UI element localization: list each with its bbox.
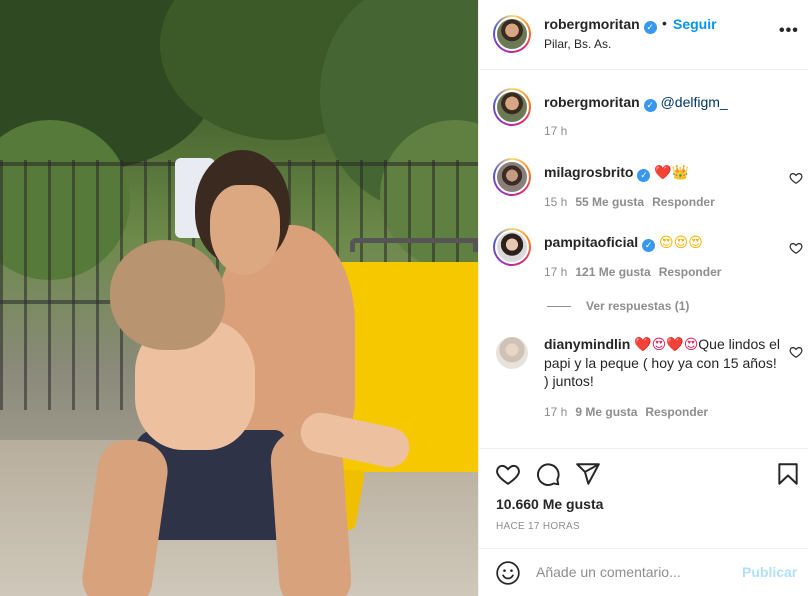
- post-time[interactable]: HACE 17 HORAS: [496, 521, 580, 532]
- chair-frame: [350, 238, 478, 252]
- avatar[interactable]: [493, 15, 531, 53]
- location-link[interactable]: Pilar, Bs. As.: [544, 37, 611, 51]
- comment: milagrosbrito ✓ ❤️👑: [544, 163, 689, 182]
- reply-button[interactable]: Responder: [659, 265, 722, 279]
- post-actions: 10.660 Me gusta HACE 17 HORAS: [479, 448, 808, 548]
- like-heart-icon[interactable]: [495, 461, 521, 487]
- child-hair: [110, 240, 225, 350]
- avatar[interactable]: [493, 88, 531, 126]
- caption: robergmoritan ✓ @delfigm_: [544, 93, 728, 112]
- post-header: robergmoritan ✓ • Seguir Pilar, Bs. As. •…: [479, 0, 808, 70]
- reply-button[interactable]: Responder: [652, 195, 715, 209]
- comment-input[interactable]: Añade un comentario...: [536, 564, 681, 580]
- verified-icon: ✓: [637, 169, 651, 182]
- heart-icon[interactable]: [789, 241, 803, 255]
- comment-meta: 17 h 9 Me gusta Responder: [544, 405, 708, 419]
- comment-text: ❤️👑: [654, 165, 690, 181]
- post-photo[interactable]: [0, 0, 478, 596]
- avatar[interactable]: [496, 337, 528, 369]
- comment: dianymindlin ❤️😍❤️😍Que lindos el papi y …: [544, 335, 784, 390]
- comment-likes[interactable]: 55 Me gusta: [575, 195, 644, 209]
- divider-line: [547, 306, 571, 307]
- avatar[interactable]: [493, 228, 531, 266]
- caption-username[interactable]: robergmoritan: [544, 94, 640, 110]
- post-panel: robergmoritan ✓ • Seguir Pilar, Bs. As. •…: [478, 0, 808, 596]
- heart-icon[interactable]: [789, 345, 803, 359]
- comment-username[interactable]: pampitaoficial: [544, 234, 638, 250]
- comment-time[interactable]: 15 h: [544, 195, 567, 209]
- heart-icon[interactable]: [789, 171, 803, 185]
- comment-icon[interactable]: [535, 461, 561, 487]
- comment-username[interactable]: milagrosbrito: [544, 164, 633, 180]
- reply-button[interactable]: Responder: [645, 405, 708, 419]
- comment-likes[interactable]: 9 Me gusta: [575, 405, 637, 419]
- separator-dot: •: [662, 15, 667, 31]
- caption-mention[interactable]: @delfigm_: [661, 94, 728, 110]
- view-replies-button[interactable]: Ver respuestas (1): [586, 299, 689, 313]
- follow-button[interactable]: Seguir: [673, 16, 717, 32]
- verified-icon: ✓: [642, 239, 656, 252]
- likes-count[interactable]: 10.660 Me gusta: [496, 496, 603, 512]
- comment-meta: 15 h 55 Me gusta Responder: [544, 195, 715, 209]
- comments-list[interactable]: robergmoritan ✓ @delfigm_ 17 h milagrosbr…: [479, 70, 808, 448]
- save-bookmark-icon[interactable]: [775, 461, 801, 487]
- publish-button[interactable]: Publicar: [742, 564, 797, 580]
- more-icon[interactable]: •••: [779, 22, 799, 40]
- verified-icon: ✓: [643, 21, 657, 34]
- man-face: [210, 185, 280, 275]
- share-icon[interactable]: [575, 461, 601, 487]
- comment-text: 😍😍😍: [659, 235, 703, 251]
- comment-emoji: ❤️😍❤️😍: [634, 337, 699, 353]
- caption-time[interactable]: 17 h: [544, 124, 567, 138]
- comment-likes[interactable]: 121 Me gusta: [575, 265, 650, 279]
- header-username[interactable]: robergmoritan ✓: [544, 16, 657, 34]
- comment-username[interactable]: dianymindlin: [544, 336, 630, 352]
- comment-bar: Añade un comentario... Publicar: [479, 548, 808, 596]
- comment-time[interactable]: 17 h: [544, 405, 567, 419]
- comment: pampitaoficial ✓ 😍😍😍: [544, 233, 703, 252]
- avatar[interactable]: [493, 158, 531, 196]
- comment-time[interactable]: 17 h: [544, 265, 567, 279]
- comment-meta: 17 h 121 Me gusta Responder: [544, 265, 721, 279]
- emoji-icon[interactable]: [495, 560, 521, 586]
- verified-icon: ✓: [643, 99, 657, 112]
